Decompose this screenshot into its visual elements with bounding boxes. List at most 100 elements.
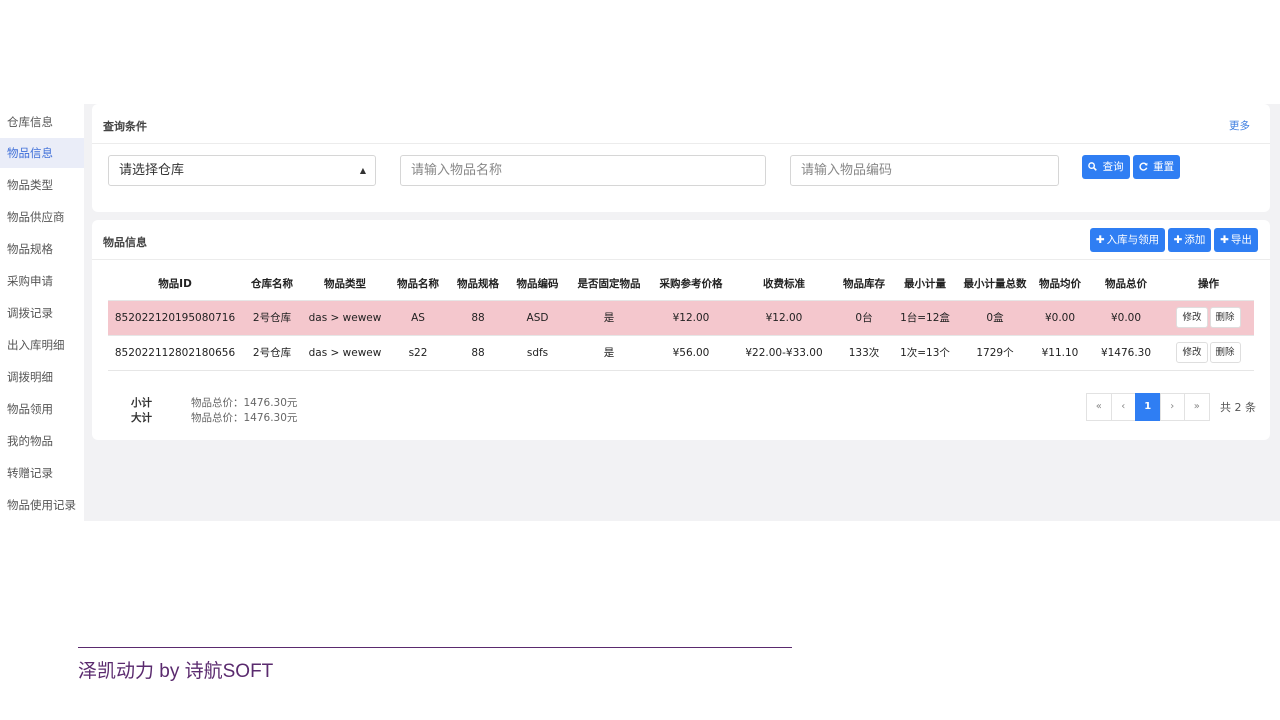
first-page-button[interactable]: « [1086,393,1112,421]
warehouse-select[interactable]: 请选择仓库 ▲ [108,155,376,186]
cell-spec: 88 [448,334,508,371]
column-header: 物品名称 [397,278,439,291]
edit-button[interactable]: 修改 [1176,342,1208,363]
cell-ref-price: ¥12.00 [651,299,731,335]
inbound-claim-button[interactable]: ✚ 入库与领用 [1090,228,1165,252]
column-header: 物品规格 [457,278,499,291]
column-header: 仓库名称 [251,278,293,291]
cell-stock: 133次 [837,334,891,371]
cell-min-unit: 1台=12盒 [891,299,959,335]
sidebar-item-item-info[interactable]: 物品信息 [0,138,84,168]
cell-warehouse: 2号仓库 [242,334,302,371]
cell-fixed: 是 [567,334,651,371]
column-header: 物品总价 [1105,278,1147,291]
column-header: 物品编码 [516,278,559,291]
export-button[interactable]: ✚ 导出 [1214,228,1258,252]
export-button-label: 导出 [1230,234,1252,246]
refresh-icon [1139,161,1151,173]
cell-min-unit: 1次=13个 [891,334,959,371]
sidebar-item-inout-detail[interactable]: 出入库明细 [0,330,84,360]
table-row[interactable]: 852022112802180656 2号仓库 das > wewew s22 … [108,334,1254,371]
sidebar-item-usage-record[interactable]: 物品使用记录 [0,490,84,520]
cell-avg-price: ¥0.00 [1031,299,1089,335]
table-row[interactable]: 852022120195080716 2号仓库 das > wewew AS 8… [108,299,1254,335]
cell-stock: 0台 [837,299,891,335]
add-button-label: 添加 [1184,234,1206,246]
cell-min-total: 1729个 [959,334,1031,371]
cell-actions: 修改 删除 [1163,299,1254,335]
cell-total-price: ¥0.00 [1089,299,1163,335]
subtotal-value: 物品总价：1476.30元 [191,397,298,409]
page-button-current[interactable]: 1 [1135,393,1161,421]
cell-item-id: 852022112802180656 [108,334,242,371]
sidebar-item-item-claim[interactable]: 物品领用 [0,394,84,424]
column-header: 最小计量 [904,278,946,291]
query-card-title: 查询条件 [103,120,147,133]
sidebar-item-gift-record[interactable]: 转赠记录 [0,458,84,488]
plus-icon: ✚ [1095,234,1105,246]
search-button-label: 查询 [1102,161,1124,173]
main-content: 查询条件 更多 请选择仓库 ▲ 请输入物品名称 请输入物品编码 查询 重置 物品… [84,104,1280,521]
query-card: 查询条件 更多 请选择仓库 ▲ 请输入物品名称 请输入物品编码 查询 重置 [92,104,1270,212]
cell-warehouse: 2号仓库 [242,299,302,335]
divider [92,143,1270,144]
cell-avg-price: ¥11.10 [1031,334,1089,371]
sidebar-item-transfer-detail[interactable]: 调拨明细 [0,362,84,392]
grandtotal-value: 物品总价：1476.30元 [191,412,298,424]
search-icon [1088,161,1100,173]
subtotal-label: 小计 [131,397,152,409]
sidebar-item-my-items[interactable]: 我的物品 [0,426,84,456]
select-arrow-icon: ▲ [359,166,366,175]
item-code-input[interactable]: 请输入物品编码 [790,155,1059,186]
items-card-title: 物品信息 [103,236,147,249]
column-header: 物品ID [158,278,192,291]
column-header: 是否固定物品 [577,278,641,291]
cell-item-id: 852022120195080716 [108,299,242,335]
reset-button[interactable]: 重置 [1133,155,1180,179]
delete-button[interactable]: 删除 [1209,342,1241,363]
sidebar: 仓库信息 物品信息 物品类型 物品供应商 物品规格 采购申请 调拨记录 出入库明… [0,104,84,521]
edit-button[interactable]: 修改 [1176,307,1208,328]
app-window: 仓库信息 物品信息 物品类型 物品供应商 物品规格 采购申请 调拨记录 出入库明… [0,104,1280,521]
column-header: 物品均价 [1039,278,1081,291]
column-header: 物品类型 [324,278,366,291]
plus-icon: ✚ [1173,234,1183,246]
cell-code: ASD [508,299,567,335]
next-page-button[interactable]: › [1159,393,1185,421]
sidebar-item-transfer-record[interactable]: 调拨记录 [0,298,84,328]
footer-credit: 泽凯动力 by 诗航SOFT [78,661,274,682]
cell-ref-price: ¥56.00 [651,334,731,371]
total-count: 共 2 条 [1220,401,1256,414]
grandtotal-label: 大计 [131,412,152,424]
sidebar-item-item-spec[interactable]: 物品规格 [0,234,84,264]
plus-icon: ✚ [1220,234,1229,246]
column-header: 采购参考价格 [659,278,723,291]
cell-total-price: ¥1476.30 [1089,334,1163,371]
column-header: 最小计量总数 [963,278,1027,291]
search-button[interactable]: 查询 [1082,155,1130,179]
cell-actions: 修改 删除 [1163,334,1254,371]
cell-spec: 88 [448,299,508,335]
sidebar-item-supplier[interactable]: 物品供应商 [0,202,84,232]
column-header: 操作 [1198,278,1219,291]
sidebar-item-warehouse-info[interactable]: 仓库信息 [0,107,84,137]
delete-button[interactable]: 删除 [1209,307,1241,328]
sidebar-item-item-type[interactable]: 物品类型 [0,170,84,200]
reset-button-label: 重置 [1153,161,1175,173]
divider [92,259,1270,260]
warehouse-select-value: 请选择仓库 [119,163,185,178]
add-button[interactable]: ✚ 添加 [1168,228,1211,252]
table-header-row: 物品ID 仓库名称 物品类型 物品名称 物品规格 物品编码 是否固定物品 采购参… [108,268,1254,300]
footer-divider [78,647,792,648]
prev-page-button[interactable]: ‹ [1110,393,1136,421]
sidebar-item-purchase-request[interactable]: 采购申请 [0,266,84,296]
cell-type: das > wewew [302,334,388,371]
cell-fixed: 是 [567,299,651,335]
more-link[interactable]: 更多 [1229,118,1250,133]
item-name-input[interactable]: 请输入物品名称 [400,155,766,186]
last-page-button[interactable]: » [1184,393,1210,421]
cell-name: s22 [388,334,448,371]
cell-charge: ¥22.00-¥33.00 [731,334,837,371]
cell-type: das > wewew [302,299,388,335]
cell-code: sdfs [508,334,567,371]
